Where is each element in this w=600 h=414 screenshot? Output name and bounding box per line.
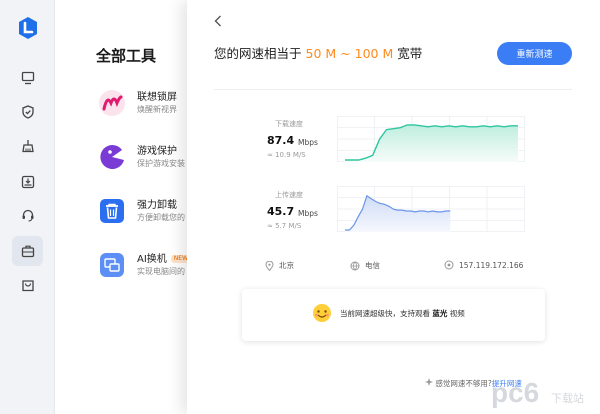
- range-low: 50 M: [305, 46, 337, 61]
- tool-desc: 方便卸载您的: [137, 213, 185, 222]
- tool-desc: 实现电脑间的: [137, 267, 185, 276]
- broom-icon: [22, 140, 34, 153]
- download-label: 下载速度: [275, 120, 303, 128]
- download-chart: [337, 116, 525, 162]
- tool-name: AI换机 NEW: [137, 250, 192, 265]
- sidebar: [0, 0, 55, 414]
- upload-equiv: ≈ 5.7 M/S: [267, 222, 302, 230]
- ip-address-icon: [444, 260, 454, 270]
- upload-area: [345, 195, 451, 232]
- ai-switch-icon: [100, 253, 124, 277]
- app-logo-icon: [19, 17, 37, 39]
- back-button[interactable]: [211, 12, 225, 30]
- isp-info: 电信: [350, 260, 380, 271]
- tool-desc: 焕醒新视界: [137, 105, 177, 114]
- tip-quality: 蓝光: [432, 309, 448, 318]
- location-pin-icon: [265, 260, 274, 271]
- location-text: 北京: [279, 261, 294, 270]
- tip-prefix: 当前网速超级快，支持观看: [340, 309, 430, 318]
- bag-icon: [22, 280, 34, 292]
- download-equiv: ≈ 10.9 M/S: [267, 151, 306, 159]
- isp-text: 电信: [365, 261, 380, 270]
- headline-prefix: 您的网速相当于: [214, 46, 302, 61]
- download-unit: Mbps: [298, 138, 318, 147]
- sidebar-item-computer[interactable]: [19, 69, 37, 87]
- tip-text: 当前网速超级快，支持观看 蓝光 视频: [340, 308, 465, 319]
- divider: [214, 89, 572, 90]
- sidebar-item-drivers[interactable]: [19, 173, 37, 191]
- speed-headline: 您的网速相当于 50 M ~ 100 M 宽带: [214, 43, 422, 62]
- trash-icon: [100, 199, 124, 223]
- tool-name: 游戏保护: [137, 146, 177, 157]
- sidebar-item-security[interactable]: [19, 103, 37, 121]
- tool-name: 联想锁屏: [137, 92, 177, 103]
- range-high: 100 M: [354, 46, 394, 61]
- tool-name: 强力卸载: [137, 200, 177, 211]
- sidebar-item-service[interactable]: [19, 206, 37, 224]
- chevron-left-icon: [214, 15, 221, 27]
- location-info: 北京: [265, 260, 294, 271]
- pc6-watermark: pc6 下载站: [491, 377, 584, 408]
- computer-icon: [21, 71, 35, 85]
- lenovo-lockscreen-icon: [99, 90, 125, 116]
- svg-text:pc6: pc6: [491, 377, 539, 408]
- speed-test-panel: 您的网速相当于 50 M ~ 100 M 宽带 重新测速 下载速度 87.4 M…: [187, 0, 600, 414]
- download-value: 87.4: [267, 134, 295, 147]
- tip-suffix: 视频: [449, 309, 465, 318]
- ip-text: 157.119.172.166: [459, 260, 524, 270]
- upload-chart: [337, 186, 525, 232]
- sparkle-icon: [425, 378, 433, 386]
- sidebar-item-store[interactable]: [19, 276, 37, 294]
- tool-desc: 保护游戏安装: [137, 159, 185, 168]
- toolbox-icon: [21, 245, 35, 258]
- headset-icon: [22, 209, 34, 222]
- footer-text: 感觉网速不够用?: [435, 379, 492, 388]
- shield-check-icon: [22, 105, 34, 119]
- tools-title: 全部工具: [96, 47, 157, 65]
- upload-unit: Mbps: [298, 209, 318, 218]
- sidebar-item-tools[interactable]: [19, 242, 37, 260]
- range-separator: ~: [340, 46, 351, 61]
- upload-label: 上传速度: [275, 191, 303, 199]
- svg-text:下载站: 下载站: [551, 391, 584, 405]
- smiley-face-icon: [313, 304, 331, 322]
- retest-button[interactable]: 重新测速: [497, 42, 572, 65]
- tool-name-text: AI换机: [137, 254, 167, 265]
- headline-suffix: 宽带: [397, 46, 423, 61]
- sidebar-item-cleanup[interactable]: [19, 137, 37, 155]
- ip-info: 157.119.172.166: [444, 260, 523, 270]
- download-tray-icon: [21, 175, 35, 189]
- speed-tip-card: 当前网速超级快，支持观看 蓝光 视频: [242, 289, 545, 341]
- upload-value: 45.7: [267, 205, 295, 218]
- game-protect-icon: [100, 144, 124, 169]
- globe-icon: [350, 261, 360, 270]
